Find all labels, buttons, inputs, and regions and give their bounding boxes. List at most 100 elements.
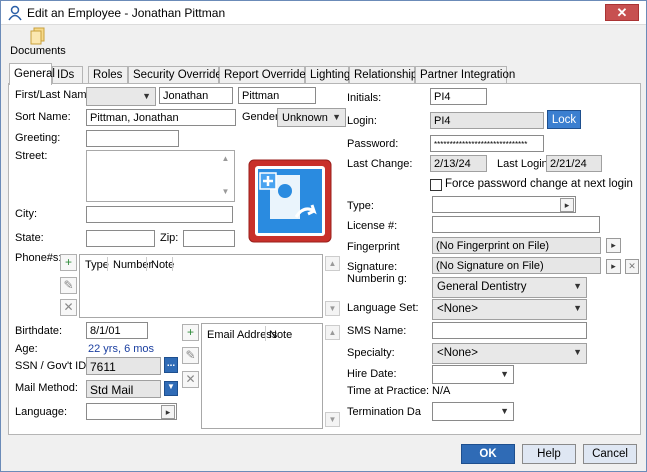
chevron-down-icon: ▼ xyxy=(500,369,509,379)
mail-method-input[interactable]: Std Mail xyxy=(86,380,161,398)
ssn-input[interactable]: 7611 xyxy=(86,357,161,375)
tab-partner-integration[interactable]: Partner Integration xyxy=(415,66,515,84)
documents-button[interactable]: Documents xyxy=(9,27,67,61)
force-password-checkbox[interactable] xyxy=(430,179,442,191)
specialty-label: Specialty: xyxy=(347,347,395,359)
chevron-down-icon: ▼ xyxy=(573,281,582,291)
street-textarea[interactable]: ▲ ▼ xyxy=(86,150,235,202)
initials-input[interactable]: PI4 xyxy=(430,88,487,105)
termination-date-label: Termination Da xyxy=(347,406,421,418)
state-label: State: xyxy=(15,232,44,244)
language-set-select[interactable]: <None> ▼ xyxy=(432,299,587,320)
initials-label: Initials: xyxy=(347,92,382,104)
title-bar: Edit an Employee - Jonathan Pittman ✕ xyxy=(1,1,646,25)
ok-button[interactable]: OK xyxy=(461,444,515,464)
tab-ids[interactable]: IDs xyxy=(52,66,83,84)
scroll-up-icon[interactable]: ▲ xyxy=(218,152,233,167)
mail-method-label: Mail Method: xyxy=(15,382,78,394)
lookup-icon[interactable]: ▸ xyxy=(560,198,574,212)
zip-input[interactable] xyxy=(183,230,235,247)
birthdate-label: Birthdate: xyxy=(15,325,63,337)
fingerprint-label: Fingerprint xyxy=(347,241,400,253)
gender-value: Unknown xyxy=(282,112,328,124)
zip-label: Zip: xyxy=(160,232,179,244)
add-email-icon[interactable]: + xyxy=(182,324,199,341)
signature-value: (No Signature on File) xyxy=(432,257,601,274)
email-col-note: Note xyxy=(269,329,293,341)
license-input[interactable] xyxy=(432,216,600,233)
general-panel: First/Last Name: ▼ Jonathan Pittman Sort… xyxy=(8,83,641,435)
gender-select[interactable]: Unknown ▼ xyxy=(277,108,346,127)
sort-name-label: Sort Name: xyxy=(15,111,71,123)
sms-name-input[interactable] xyxy=(432,322,587,339)
last-change-label: Last Change: xyxy=(347,158,413,170)
chevron-down-icon: ▼ xyxy=(573,303,582,313)
chevron-down-icon: ▼ xyxy=(573,347,582,357)
password-label: Password: xyxy=(347,138,399,150)
termination-date-picker[interactable]: ▼ xyxy=(432,402,514,421)
ssn-more-button[interactable]: ... xyxy=(164,357,178,373)
email-move-up-icon[interactable]: ▲ xyxy=(325,325,340,340)
phone-col-note: Note xyxy=(151,259,175,271)
greeting-input[interactable] xyxy=(86,130,179,147)
lock-button[interactable]: Lock xyxy=(547,110,581,129)
edit-employee-window: Edit an Employee - Jonathan Pittman ✕ Do… xyxy=(0,0,647,472)
add-phone-icon[interactable]: + xyxy=(60,254,77,271)
sort-name-input[interactable]: Pittman, Jonathan xyxy=(86,109,236,126)
email-move-down-icon[interactable]: ▼ xyxy=(325,412,340,427)
documents-icon xyxy=(30,27,45,45)
last-login-label: Last Login: xyxy=(497,158,551,170)
type-input[interactable]: ▸ xyxy=(432,196,576,213)
time-at-practice-label: Time at Practice: xyxy=(347,385,430,397)
password-input[interactable]: ****************************** xyxy=(430,135,544,152)
login-input[interactable]: PI4 xyxy=(430,112,544,129)
phone-move-up-icon[interactable]: ▲ xyxy=(325,256,340,271)
phone-col-type: Type xyxy=(85,259,109,271)
language-input[interactable]: ▸ xyxy=(86,403,177,420)
tab-security-overrides[interactable]: Security Overrides xyxy=(128,66,228,84)
delete-email-icon[interactable]: ✕ xyxy=(182,371,199,388)
email-list[interactable]: Email Address Note xyxy=(201,323,323,429)
scroll-down-icon[interactable]: ▼ xyxy=(218,185,233,200)
age-label: Age: xyxy=(15,343,38,355)
license-label: License #: xyxy=(347,220,398,232)
delete-phone-icon[interactable]: ✕ xyxy=(60,299,77,316)
last-login-value: 2/21/24 xyxy=(546,155,602,172)
first-name-input[interactable]: Jonathan xyxy=(159,87,233,104)
tab-relationships[interactable]: Relationships xyxy=(349,66,423,84)
force-password-label: Force password change at next login xyxy=(445,178,633,190)
window-title: Edit an Employee - Jonathan Pittman xyxy=(27,6,226,20)
fingerprint-lookup-icon[interactable]: ▸ xyxy=(606,238,621,253)
employee-photo-placeholder-icon[interactable] xyxy=(248,159,332,243)
edit-phone-icon[interactable]: ✎ xyxy=(60,277,77,294)
signature-lookup-icon[interactable]: ▸ xyxy=(606,259,621,274)
mail-method-dropdown-icon[interactable]: ▼ xyxy=(164,381,178,396)
phone-move-down-icon[interactable]: ▼ xyxy=(325,301,340,316)
type-label: Type: xyxy=(347,200,374,212)
last-name-input[interactable]: Pittman xyxy=(238,87,316,104)
cancel-button[interactable]: Cancel xyxy=(583,444,637,464)
tab-roles[interactable]: Roles xyxy=(88,66,128,84)
phone-list[interactable]: Type Number Note xyxy=(79,254,323,318)
language-set-value: <None> xyxy=(437,303,478,315)
help-button[interactable]: Help xyxy=(522,444,576,464)
tab-general[interactable]: General xyxy=(9,63,55,85)
signature-label: Signature: xyxy=(347,261,398,273)
tab-report-overrides[interactable]: Report Overrides xyxy=(219,66,312,84)
edit-email-icon[interactable]: ✎ xyxy=(182,347,199,364)
language-set-label: Language Set: xyxy=(347,302,419,314)
name-prefix-select[interactable]: ▼ xyxy=(86,87,156,106)
lookup-icon[interactable]: ▸ xyxy=(161,405,175,419)
documents-label: Documents xyxy=(10,45,66,57)
state-input[interactable] xyxy=(86,230,155,247)
chevron-down-icon: ▼ xyxy=(142,91,151,101)
tab-lighting[interactable]: Lighting xyxy=(305,66,350,84)
hire-date-picker[interactable]: ▼ xyxy=(432,365,514,384)
signature-clear-icon[interactable]: ✕ xyxy=(625,259,639,274)
birthdate-input[interactable]: 8/1/01 xyxy=(86,322,148,339)
close-button[interactable]: ✕ xyxy=(605,4,639,21)
specialty-select[interactable]: <None> ▼ xyxy=(432,343,587,364)
numbering-label: Numberin g: xyxy=(347,273,407,285)
city-input[interactable] xyxy=(86,206,233,223)
numbering-select[interactable]: General Dentistry ▼ xyxy=(432,277,587,298)
